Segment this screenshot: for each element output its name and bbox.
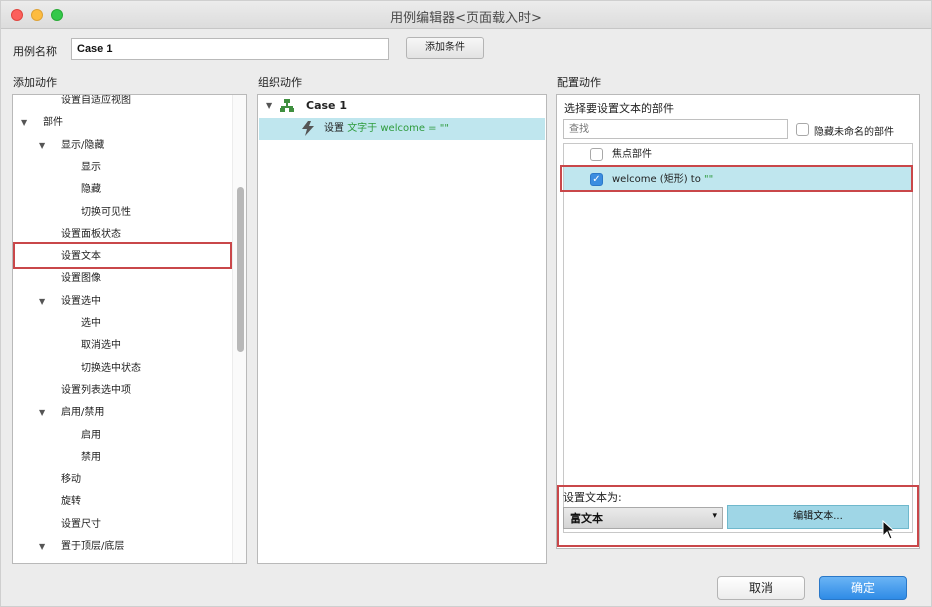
action-tree-item-label: 设置选中	[61, 295, 101, 307]
expand-arrow-icon[interactable]: ▼	[39, 135, 45, 157]
action-prefix: 设置	[324, 123, 344, 134]
expand-arrow-icon[interactable]: ▼	[39, 402, 45, 424]
action-tree-item[interactable]: 切换选中状态	[13, 358, 228, 380]
action-tree-item[interactable]: 设置尺寸	[13, 514, 228, 536]
scrollbar-thumb[interactable]	[237, 187, 244, 352]
action-tree-item[interactable]: 显示	[13, 157, 228, 179]
window-title: 用例编辑器<页面载入时>	[390, 11, 542, 26]
action-tree-item-label: 选中	[81, 318, 101, 329]
ok-button[interactable]: 确定	[819, 576, 907, 600]
action-tree-item[interactable]: ▼ 部件	[13, 112, 228, 134]
expand-arrow-icon[interactable]: ▼	[21, 112, 27, 134]
action-tree-item[interactable]: 旋转	[13, 491, 228, 513]
action-tree-item[interactable]: 禁用	[13, 447, 228, 469]
action-tree-item-label: 切换选中状态	[81, 362, 141, 374]
action-tree-item-label: 设置图像	[61, 273, 101, 285]
configure-action-panel: 选择要设置文本的部件 隐藏未命名的部件 焦点部件 ✓ welcome (矩形) …	[556, 94, 920, 549]
widget-list: 焦点部件 ✓ welcome (矩形) to ""	[563, 143, 913, 533]
action-tree-item[interactable]: 设置列表选中项	[13, 380, 228, 402]
widget-row-focus[interactable]: 焦点部件	[564, 144, 912, 166]
case-editor-window: 用例编辑器<页面载入时> 用例名称 添加条件 添加动作 组织动作 配置动作 设置…	[0, 0, 932, 607]
case-tree-icon	[280, 99, 294, 112]
action-list-scrollbar[interactable]	[232, 95, 246, 563]
hide-unnamed-label: 隐藏未命名的部件	[814, 127, 894, 138]
highlight-set-text-section	[557, 485, 919, 547]
highlight-welcome-row	[560, 165, 913, 192]
action-tree-item-label: 部件	[43, 117, 63, 129]
lightning-icon	[302, 121, 314, 136]
action-tree-item[interactable]: 移动	[13, 469, 228, 491]
action-tree-item-label: 启用	[81, 429, 101, 441]
action-tree-item[interactable]: 设置自适应视图	[13, 95, 228, 112]
action-tree-item[interactable]: 隐藏	[13, 179, 228, 201]
hide-unnamed-checkbox[interactable]	[796, 123, 809, 136]
action-tree-item[interactable]: 切换可见性	[13, 202, 228, 224]
action-tree-item-label: 取消选中	[81, 340, 121, 352]
action-tree-item-label: 禁用	[81, 451, 101, 463]
widget-search-input[interactable]	[563, 119, 788, 139]
action-tree-item-label: 移动	[61, 474, 81, 486]
configure-action-heading: 配置动作	[557, 76, 601, 89]
action-tree-item[interactable]: ▼ 启用/禁用	[13, 402, 228, 424]
action-tree-item-label: 显示	[81, 161, 101, 173]
action-tree-item[interactable]: 选中	[13, 313, 228, 335]
case-name-input[interactable]	[71, 38, 389, 60]
case-collapse-arrow[interactable]: ▼	[266, 95, 272, 117]
action-tree-item[interactable]: 取消选中	[13, 335, 228, 357]
focus-widget-label: 焦点部件	[612, 149, 652, 160]
target-widgets-title: 选择要设置文本的部件	[564, 102, 674, 115]
action-tree-item-label: 显示/隐藏	[61, 139, 105, 151]
action-tree-item-label: 旋转	[61, 496, 81, 508]
action-tree-item[interactable]: 设置图像	[13, 268, 228, 290]
mouse-cursor-icon	[882, 520, 896, 540]
organize-action-heading: 组织动作	[258, 76, 302, 89]
action-tree-item-label: 设置列表选中项	[61, 384, 131, 396]
action-tree-item[interactable]: ▼ 置于顶层/底层	[13, 536, 228, 558]
action-detail: 文字于 welcome = ""	[347, 123, 449, 134]
action-tree-item[interactable]: ▼ 显示/隐藏	[13, 135, 228, 157]
add-action-heading: 添加动作	[13, 76, 57, 89]
expand-arrow-icon[interactable]: ▼	[39, 291, 45, 313]
highlight-set-text	[13, 242, 232, 269]
cancel-button[interactable]: 取消	[717, 576, 805, 600]
case-name-label: 用例名称	[13, 45, 57, 58]
selected-action-row[interactable]: 设置 文字于 welcome = ""	[259, 118, 545, 140]
action-tree-item-label: 设置自适应视图	[61, 95, 131, 106]
action-tree-item-label: 启用/禁用	[61, 407, 105, 419]
expand-arrow-icon[interactable]: ▼	[39, 536, 45, 558]
action-tree-item-label: 切换可见性	[81, 206, 131, 218]
action-tree-item[interactable]: 启用	[13, 425, 228, 447]
add-condition-button[interactable]: 添加条件	[406, 37, 484, 59]
title-bar: 用例编辑器<页面载入时>	[1, 1, 931, 29]
case-label: Case 1	[306, 99, 347, 112]
action-list-panel: 设置自适应视图 ▼ 部件 ▼ 显示/隐藏 显示 隐藏 切换可见性 设置面板状态 设置文本 设置图像 ▼…	[12, 94, 247, 564]
organize-action-panel: ▼ Case 1 设置 文字于 welcome = ""	[257, 94, 547, 564]
focus-widget-checkbox[interactable]	[590, 148, 603, 161]
action-tree-item-label: 置于顶层/底层	[61, 541, 125, 552]
action-tree-item[interactable]: ▼ 设置选中	[13, 291, 228, 313]
action-tree-item-label: 隐藏	[81, 184, 101, 196]
action-tree-item-label: 设置尺寸	[61, 518, 101, 530]
